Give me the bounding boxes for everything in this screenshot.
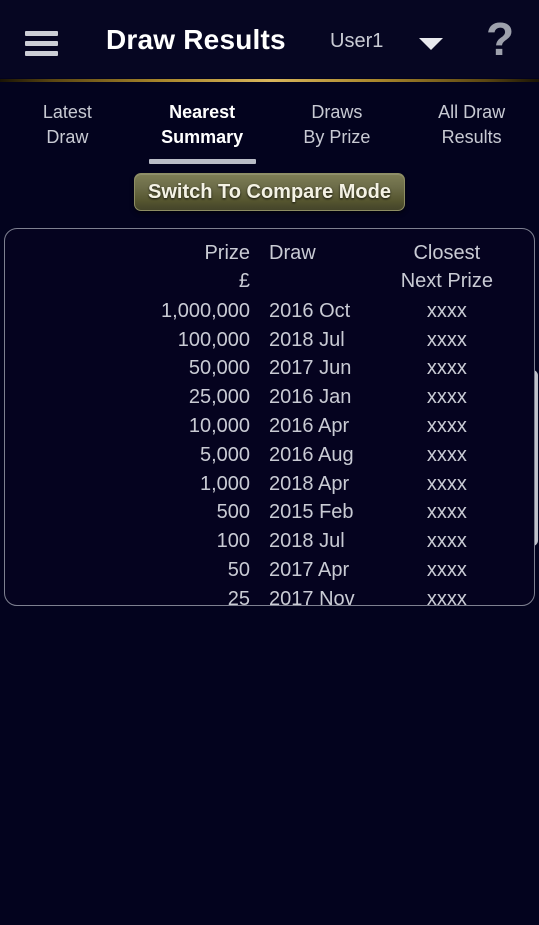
- cell-closest-next-prize: xxxx: [426, 357, 467, 380]
- hamburger-menu-icon[interactable]: [25, 31, 58, 56]
- cell-closest-next-prize: xxxx: [426, 530, 467, 553]
- cell-prize: 5,000: [199, 443, 251, 466]
- hamburger-bar: [25, 41, 58, 46]
- tab-nearest-summary[interactable]: Nearest Summary: [135, 90, 270, 164]
- column-header-prize-line1: Prize: [204, 242, 251, 264]
- column-header-closest-next-prize: Closest Next Prize: [360, 239, 534, 295]
- cell-prize: 50,000: [188, 357, 251, 380]
- table-row[interactable]: 10,000 2016 Apr xxxx: [5, 412, 534, 441]
- cell-prize: 25,000: [188, 386, 251, 409]
- compare-button-label: Switch To Compare Mode: [148, 180, 391, 203]
- cell-prize: 1,000,000: [161, 299, 251, 322]
- cell-prize: 50: [227, 559, 251, 582]
- hamburger-bar: [25, 51, 58, 56]
- app-header: Draw Results User1 ?: [0, 0, 539, 78]
- cell-draw: 2017 Jun: [269, 357, 352, 380]
- tab-label-line2: Draw: [46, 127, 89, 147]
- tab-label-line2: By Prize: [303, 127, 371, 147]
- table-row[interactable]: 25 2017 Nov xxxx: [5, 585, 534, 606]
- cell-draw: 2015 Feb: [269, 501, 354, 524]
- app-root: Draw Results User1 ? Latest Draw Nearest…: [0, 0, 539, 925]
- column-header-draw-line1: Draw: [269, 242, 316, 264]
- table-row[interactable]: 1,000,000 2016 Oct xxxx: [5, 297, 534, 326]
- cell-draw: 2018 Jul: [269, 328, 345, 351]
- question-mark-icon[interactable]: ?: [486, 16, 514, 62]
- results-card: Prize £ Draw Closest Next Prize 1,000,00…: [4, 228, 535, 606]
- hamburger-bar: [25, 31, 58, 36]
- tab-draws-by-prize[interactable]: Draws By Prize: [270, 90, 405, 160]
- column-header-draw-line2: [269, 267, 360, 295]
- cell-prize: 500: [216, 501, 251, 524]
- cell-prize: 100: [216, 530, 251, 553]
- cell-prize: 10,000: [188, 415, 251, 438]
- switch-to-compare-mode-button[interactable]: Switch To Compare Mode: [134, 173, 405, 211]
- table-row[interactable]: 500 2015 Feb xxxx: [5, 499, 534, 528]
- cell-draw: 2017 Apr: [269, 559, 350, 582]
- cell-prize: 100,000: [177, 328, 251, 351]
- cell-closest-next-prize: xxxx: [426, 299, 467, 322]
- column-header-prize-line2: £: [238, 270, 251, 292]
- header-divider: [0, 79, 539, 82]
- table-row[interactable]: 5,000 2016 Aug xxxx: [5, 441, 534, 470]
- cell-draw: 2016 Oct: [269, 299, 351, 322]
- column-header-next-line1: Closest: [413, 242, 481, 264]
- column-header-next-line2: Next Prize: [400, 270, 493, 292]
- tab-label-line1: Nearest: [169, 102, 236, 122]
- cell-closest-next-prize: xxxx: [426, 328, 467, 351]
- tab-bar: Latest Draw Nearest Summary Draws By Pri…: [0, 90, 539, 164]
- tab-label-line2: Results: [441, 127, 502, 147]
- cell-closest-next-prize: xxxx: [426, 501, 467, 524]
- cell-draw: 2018 Jul: [269, 530, 345, 553]
- tab-label-line1: All Draw: [438, 102, 506, 122]
- table-header-row: Prize £ Draw Closest Next Prize: [5, 229, 534, 297]
- cell-draw: 2018 Apr: [269, 472, 350, 495]
- chevron-down-icon[interactable]: [419, 38, 443, 50]
- cell-draw: 2016 Jan: [269, 386, 352, 409]
- tab-latest-draw[interactable]: Latest Draw: [0, 90, 135, 160]
- tab-label-line1: Latest: [42, 102, 92, 122]
- cell-closest-next-prize: xxxx: [426, 559, 467, 582]
- table-row[interactable]: 100 2018 Jul xxxx: [5, 527, 534, 556]
- user-name-label[interactable]: User1: [330, 30, 383, 53]
- table-row[interactable]: 50 2017 Apr xxxx: [5, 556, 534, 585]
- table-row[interactable]: 100,000 2018 Jul xxxx: [5, 326, 534, 355]
- cell-draw: 2017 Nov: [269, 587, 355, 606]
- table-row[interactable]: 25,000 2016 Jan xxxx: [5, 383, 534, 412]
- table-body: 1,000,000 2016 Oct xxxx 100,000 2018 Jul xxxx…: [5, 297, 534, 606]
- page-title: Draw Results: [106, 24, 286, 55]
- table-row[interactable]: 50,000 2017 Jun xxxx: [5, 355, 534, 384]
- cell-closest-next-prize: xxxx: [426, 443, 467, 466]
- cell-closest-next-prize: xxxx: [426, 415, 467, 438]
- column-header-draw: Draw: [254, 239, 360, 295]
- column-header-prize: Prize £: [5, 239, 254, 295]
- tab-label-line2: Summary: [161, 127, 244, 147]
- table-row[interactable]: 1,000 2018 Apr xxxx: [5, 470, 534, 499]
- tab-all-draw-results[interactable]: All Draw Results: [404, 90, 539, 160]
- cell-draw: 2016 Aug: [269, 443, 354, 466]
- cell-closest-next-prize: xxxx: [426, 472, 467, 495]
- cell-prize: 1,000: [199, 472, 251, 495]
- cell-closest-next-prize: xxxx: [426, 587, 467, 606]
- cell-closest-next-prize: xxxx: [426, 386, 467, 409]
- cell-prize: 25: [227, 587, 251, 606]
- cell-draw: 2016 Apr: [269, 415, 350, 438]
- tab-label-line1: Draws: [311, 102, 363, 122]
